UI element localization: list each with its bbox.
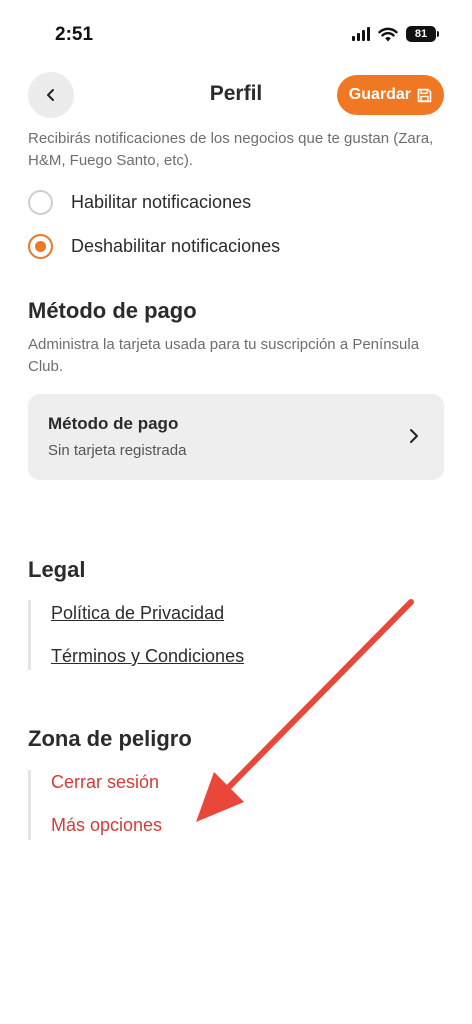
payment-method-card[interactable]: Método de pago Sin tarjeta registrada <box>28 394 444 480</box>
save-button-label: Guardar <box>348 86 411 103</box>
notifications-description: Recibirás notificaciones de los negocios… <box>28 130 434 169</box>
save-button[interactable]: Guardar <box>336 75 444 115</box>
radio-button[interactable] <box>28 190 53 215</box>
status-time: 2:51 <box>55 24 94 45</box>
chevron-right-icon <box>410 429 418 443</box>
payment-description: Administra la tarjeta usada para tu susc… <box>28 336 420 375</box>
floppy-disk-icon <box>417 88 432 102</box>
notifications-description-container: Recibirás notificaciones de los negocios… <box>28 128 444 172</box>
logout-link[interactable]: Cerrar sesión <box>51 771 162 793</box>
radio-button-selected[interactable] <box>28 234 53 259</box>
terms-conditions-link[interactable]: Términos y Condiciones <box>51 645 244 667</box>
more-options-link[interactable]: Más opciones <box>51 814 162 836</box>
privacy-policy-link[interactable]: Política de Privacidad <box>51 602 244 624</box>
danger-zone-links: Cerrar sesión Más opciones <box>28 770 162 840</box>
legal-section-title: Legal <box>28 557 86 582</box>
payment-card-subtitle: Sin tarjeta registrada <box>48 442 187 459</box>
status-bar: 2:51 81 <box>0 0 472 60</box>
legal-links: Política de Privacidad Términos y Condic… <box>28 600 244 670</box>
payment-section-title: Método de pago <box>28 298 197 323</box>
radio-label: Deshabilitar notificaciones <box>71 236 281 256</box>
battery-icon: 81 <box>406 26 439 42</box>
wifi-icon <box>378 27 398 41</box>
radio-label: Habilitar notificaciones <box>71 192 252 212</box>
battery-level: 81 <box>414 28 428 40</box>
radio-disable-notifications[interactable]: Deshabilitar notificaciones <box>28 234 280 259</box>
cellular-signal-icon <box>352 27 370 41</box>
radio-enable-notifications[interactable]: Habilitar notificaciones <box>28 190 251 215</box>
header: Perfil Guardar <box>0 70 472 122</box>
payment-card-title: Método de pago <box>48 414 179 433</box>
status-icons: 81 <box>352 26 439 42</box>
danger-zone-section-title: Zona de peligro <box>28 726 192 751</box>
